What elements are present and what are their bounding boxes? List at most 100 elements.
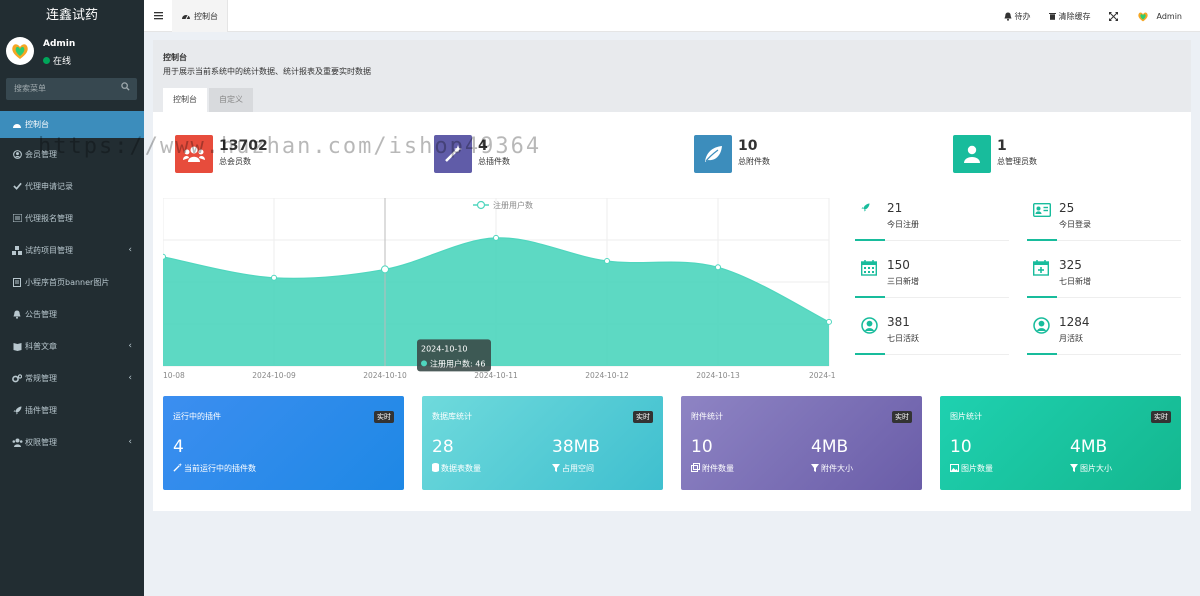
cubes-icon — [11, 245, 23, 255]
card-sub-label: 附件数量 — [702, 464, 734, 473]
sidebar-item-8[interactable]: 常规管理 ‹ — [0, 362, 144, 394]
sidebar-item-9[interactable]: 插件管理 — [0, 394, 144, 426]
heart-logo-icon — [12, 44, 28, 59]
kpi-accent-bar — [1027, 296, 1057, 298]
expand-icon — [1108, 11, 1118, 21]
sidebar-item-6[interactable]: 公告管理 — [0, 298, 144, 330]
filter-icon — [552, 463, 560, 474]
x-tick-label: 2024-10-13 — [696, 371, 740, 380]
brand-title[interactable]: 连鑫试药 — [0, 0, 144, 31]
sidebar-item-4[interactable]: 试药项目管理 ‹ — [0, 234, 144, 266]
dashboard-icon — [182, 15, 190, 20]
data-point — [493, 234, 499, 241]
sidebar-search-input[interactable]: 搜索菜单 — [6, 78, 137, 100]
stat-value: 1 — [997, 138, 1007, 154]
todo-label: 待办 — [1014, 11, 1031, 21]
register-chart[interactable]: 注册用户数 10-08 2024-10-09 2024-10-10 2024-10-11… — [160, 197, 841, 383]
topbar-user-name: Admin — [1156, 11, 1183, 21]
bell-icon — [1004, 12, 1011, 21]
user-name: Admin — [43, 39, 76, 49]
avatar[interactable] — [6, 37, 34, 65]
user-circle-icon — [1033, 317, 1050, 337]
sidebar-item-label: 常规管理 — [25, 373, 57, 383]
sidebar-item-label: 代理申请记录 — [25, 181, 73, 191]
stat-3: 1 总管理员数 — [953, 135, 1037, 173]
card-value: 4MB — [1070, 437, 1108, 457]
kpi-accent-bar — [855, 239, 885, 241]
card-value: 4 — [173, 437, 184, 457]
sidebar-item-label: 权限管理 — [25, 437, 57, 447]
fullscreen-button[interactable] — [1100, 11, 1127, 21]
sidebar-item-5[interactable]: 小程序首页banner图片 — [0, 266, 144, 298]
kpi-5: 1284 月活跃 — [1027, 312, 1181, 355]
id-card-icon — [1032, 202, 1052, 220]
user-status: 在线 — [43, 54, 71, 67]
card-title: 图片统计 — [950, 412, 982, 421]
search-icon[interactable] — [121, 78, 130, 100]
kpi-value: 25 — [1059, 201, 1075, 215]
card-title: 运行中的插件 — [173, 412, 221, 421]
sidebar-menu: 控制台 会员管理 代理申请记录 代理报名管理 试药项目管理 ‹ 小程序首页banner图片公… — [0, 111, 144, 458]
filter-icon — [811, 463, 819, 474]
data-point — [160, 253, 166, 260]
panel-heading: 控制台 用于展示当前系统中的统计数据、统计报表及重要实时数据 控制台 自定义 — [153, 40, 1191, 112]
tab-dashboard-label: 控制台 — [194, 11, 218, 21]
realtime-badge: 实时 — [1151, 411, 1171, 423]
card-sub-label: 图片大小 — [1080, 464, 1112, 473]
user-icon — [953, 135, 991, 173]
card-value: 38MB — [552, 437, 600, 457]
kpi-label: 七日活跃 — [887, 334, 919, 343]
topbar-actions: 待办 清除缓存 Admin — [995, 0, 1200, 32]
sidebar-item-label: 小程序首页banner图片 — [25, 277, 110, 287]
tab-dashboard[interactable]: 控制台 — [172, 0, 228, 32]
realtime-badge: 实时 — [633, 411, 653, 423]
sidebar-item-label: 插件管理 — [25, 405, 57, 415]
user-circle-icon — [861, 317, 878, 337]
sidebar-item-2[interactable]: 代理申请记录 — [0, 170, 144, 202]
kpi-accent-bar — [1027, 353, 1057, 355]
card-value: 10 — [691, 437, 713, 457]
kpi-value: 1284 — [1059, 315, 1090, 329]
tab-custom[interactable]: 自定义 — [209, 88, 253, 112]
user-menu[interactable]: Admin — [1127, 10, 1200, 22]
card-sub-label: 图片数量 — [961, 464, 993, 473]
legend-label: 注册用户数 — [493, 200, 533, 210]
card-sub-label: 附件大小 — [821, 464, 853, 473]
data-point — [826, 318, 832, 325]
data-point — [381, 265, 389, 274]
stat-label: 总管理员数 — [997, 157, 1037, 166]
kpi-label: 月活跃 — [1059, 334, 1083, 343]
copy-icon — [691, 463, 700, 474]
file-icon — [11, 277, 23, 287]
data-point — [715, 264, 721, 271]
card-value: 10 — [950, 437, 972, 457]
topbar: 控制台 待办 清除缓存 Admin — [144, 0, 1200, 32]
sidebar: 连鑫试药 Admin 在线 搜索菜单 控制台 会员管理 代理申请记录 代理报名管理 试药… — [0, 0, 144, 596]
menu-toggle-icon[interactable] — [154, 9, 163, 23]
sidebar-item-10[interactable]: 权限管理 ‹ — [0, 426, 144, 458]
clear-cache-button[interactable]: 清除缓存 — [1040, 11, 1100, 22]
user-panel: Admin 在线 — [0, 31, 144, 71]
rocket-icon — [861, 203, 870, 215]
chevron-left-icon: ‹ — [128, 437, 132, 447]
x-tick-label: 10-08 — [163, 371, 185, 380]
user-circle-icon — [11, 149, 23, 159]
todo-button[interactable]: 待办 — [995, 11, 1040, 22]
watermark-text: https://www.huzhan.com/ishop49364 — [38, 134, 542, 159]
legend-marker — [476, 200, 486, 210]
sidebar-item-7[interactable]: 科普文章 ‹ — [0, 330, 144, 362]
kpi-value: 21 — [887, 201, 903, 215]
x-tick-label: 2024-10-12 — [585, 371, 629, 380]
tooltip-value: 注册用户数: 46 — [430, 358, 485, 368]
stat-card-0: 运行中的插件 实时 4 当前运行中的插件数 — [163, 396, 404, 490]
card-value: 28 — [432, 437, 454, 457]
kpi-1: 25 今日登录 — [1027, 198, 1181, 241]
panel-tabs: 控制台 自定义 — [163, 88, 253, 112]
card-sub-label: 占用空间 — [562, 464, 594, 473]
kpi-4: 381 七日活跃 — [855, 312, 1009, 355]
tab-dashboard-panel[interactable]: 控制台 — [163, 88, 207, 112]
trash-icon — [1048, 13, 1056, 20]
tooltip-marker — [421, 360, 427, 367]
sidebar-item-3[interactable]: 代理报名管理 — [0, 202, 144, 234]
data-point — [271, 274, 277, 281]
